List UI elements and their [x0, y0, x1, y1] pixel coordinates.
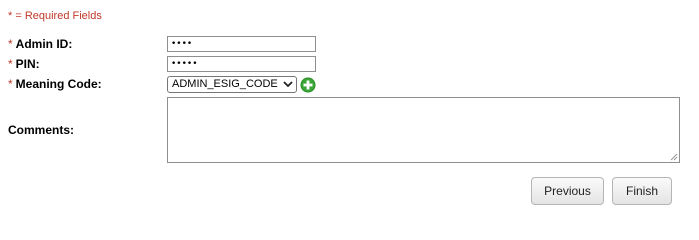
required-marker: *: [8, 37, 13, 51]
admin-id-label-text: Admin ID:: [15, 37, 73, 51]
resize-grip-icon[interactable]: [670, 153, 678, 161]
admin-id-label: * Admin ID:: [8, 37, 72, 51]
previous-button[interactable]: Previous: [531, 177, 604, 205]
comments-label-text: Comments:: [8, 123, 75, 137]
comments-label: Comments:: [8, 123, 74, 137]
comments-textarea[interactable]: [167, 97, 680, 163]
admin-id-input[interactable]: ••••: [167, 36, 316, 52]
pin-label-text: PIN:: [15, 57, 40, 71]
plus-circle-icon[interactable]: [300, 77, 316, 93]
chevron-down-icon: [283, 81, 293, 88]
meaning-code-label-text: Meaning Code:: [15, 77, 102, 91]
required-fields-note: * = Required Fields: [8, 10, 102, 22]
required-marker: *: [8, 77, 13, 91]
required-marker: *: [8, 57, 13, 71]
meaning-code-label: * Meaning Code:: [8, 77, 102, 91]
pin-input[interactable]: •••••: [167, 56, 316, 72]
pin-label: * PIN:: [8, 57, 40, 71]
meaning-code-select[interactable]: ADMIN_ESIG_CODE: [167, 76, 297, 93]
meaning-code-selected-value: ADMIN_ESIG_CODE: [172, 78, 278, 90]
finish-button[interactable]: Finish: [612, 177, 672, 205]
